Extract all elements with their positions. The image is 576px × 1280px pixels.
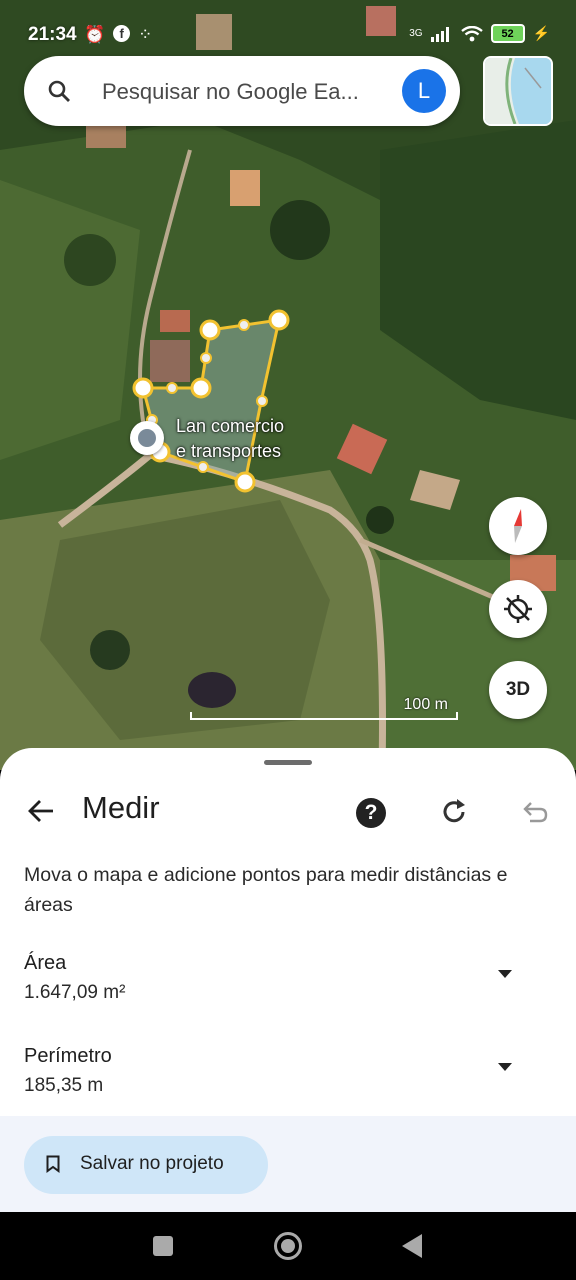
recents-icon[interactable] [153,1236,173,1256]
chevron-down-icon[interactable] [498,1063,512,1071]
search-icon [48,80,70,102]
scale-bar: 100 m [188,696,458,722]
battery-icon: 52 [490,24,525,43]
facebook-icon: f [113,25,131,42]
account-avatar[interactable]: L [402,69,446,113]
place-label[interactable]: Lan comercio e transportes [176,414,284,464]
help-icon[interactable]: ? [356,798,386,828]
search-input[interactable] [100,74,384,110]
measure-instruction: Mova o mapa e adicione pontos para medir… [24,864,508,916]
system-nav-bar [0,1212,576,1280]
perimeter-metric[interactable]: Perímetro 185,35 m [24,1045,544,1097]
network-type: 3G [409,28,423,39]
measure-sheet: Medir ? Mova o mapa e adicione pontos pa… [0,748,576,1212]
perimeter-label: Perímetro [24,1045,112,1067]
area-value: 1.647,09 m² [24,982,126,1003]
undo-icon[interactable] [520,798,550,828]
home-icon[interactable] [274,1232,302,1260]
signal-icon [430,26,449,42]
back-icon[interactable] [402,1234,422,1258]
3d-toggle-button[interactable]: 3D [489,661,547,719]
save-to-project-button[interactable]: Salvar no projeto [24,1136,268,1194]
chevron-down-icon[interactable] [498,970,512,978]
search-bar[interactable]: L [24,56,460,126]
area-label: Área [24,952,67,974]
bookmark-icon [46,1155,60,1173]
location-off-icon [504,595,532,623]
alarm-icon: ⏰ [84,25,106,44]
sheet-title: Medir [82,790,160,825]
area-metric[interactable]: Área 1.647,09 m² [24,952,544,1004]
app-icon: ⁘ [138,25,153,44]
perimeter-value: 185,35 m [24,1075,104,1096]
place-label-line1: Lan comercio [176,416,285,436]
scale-line [190,712,458,720]
map-thumbnail-icon [485,58,551,124]
compass-button[interactable] [489,497,547,555]
place-marker-icon[interactable] [130,421,164,455]
status-time: 21:34 [28,24,77,45]
place-label-line2: e transportes [176,441,282,461]
back-arrow-icon[interactable] [26,796,56,826]
sheet-drag-handle[interactable] [264,760,312,765]
save-button-label: Salvar no projeto [80,1153,224,1174]
wifi-icon [460,25,483,41]
reset-icon[interactable] [438,796,470,828]
sheet-footer: Salvar no projeto [0,1116,576,1212]
location-button[interactable] [489,580,547,638]
map-layers-button[interactable] [483,56,553,126]
battery-level: 52 [501,27,514,40]
compass-icon [514,509,522,543]
charging-icon: ⚡ [532,25,550,41]
system-icons: 3G 52 ⚡ [409,24,550,43]
notification-icons: ⏰ f ⁘ [84,25,152,45]
